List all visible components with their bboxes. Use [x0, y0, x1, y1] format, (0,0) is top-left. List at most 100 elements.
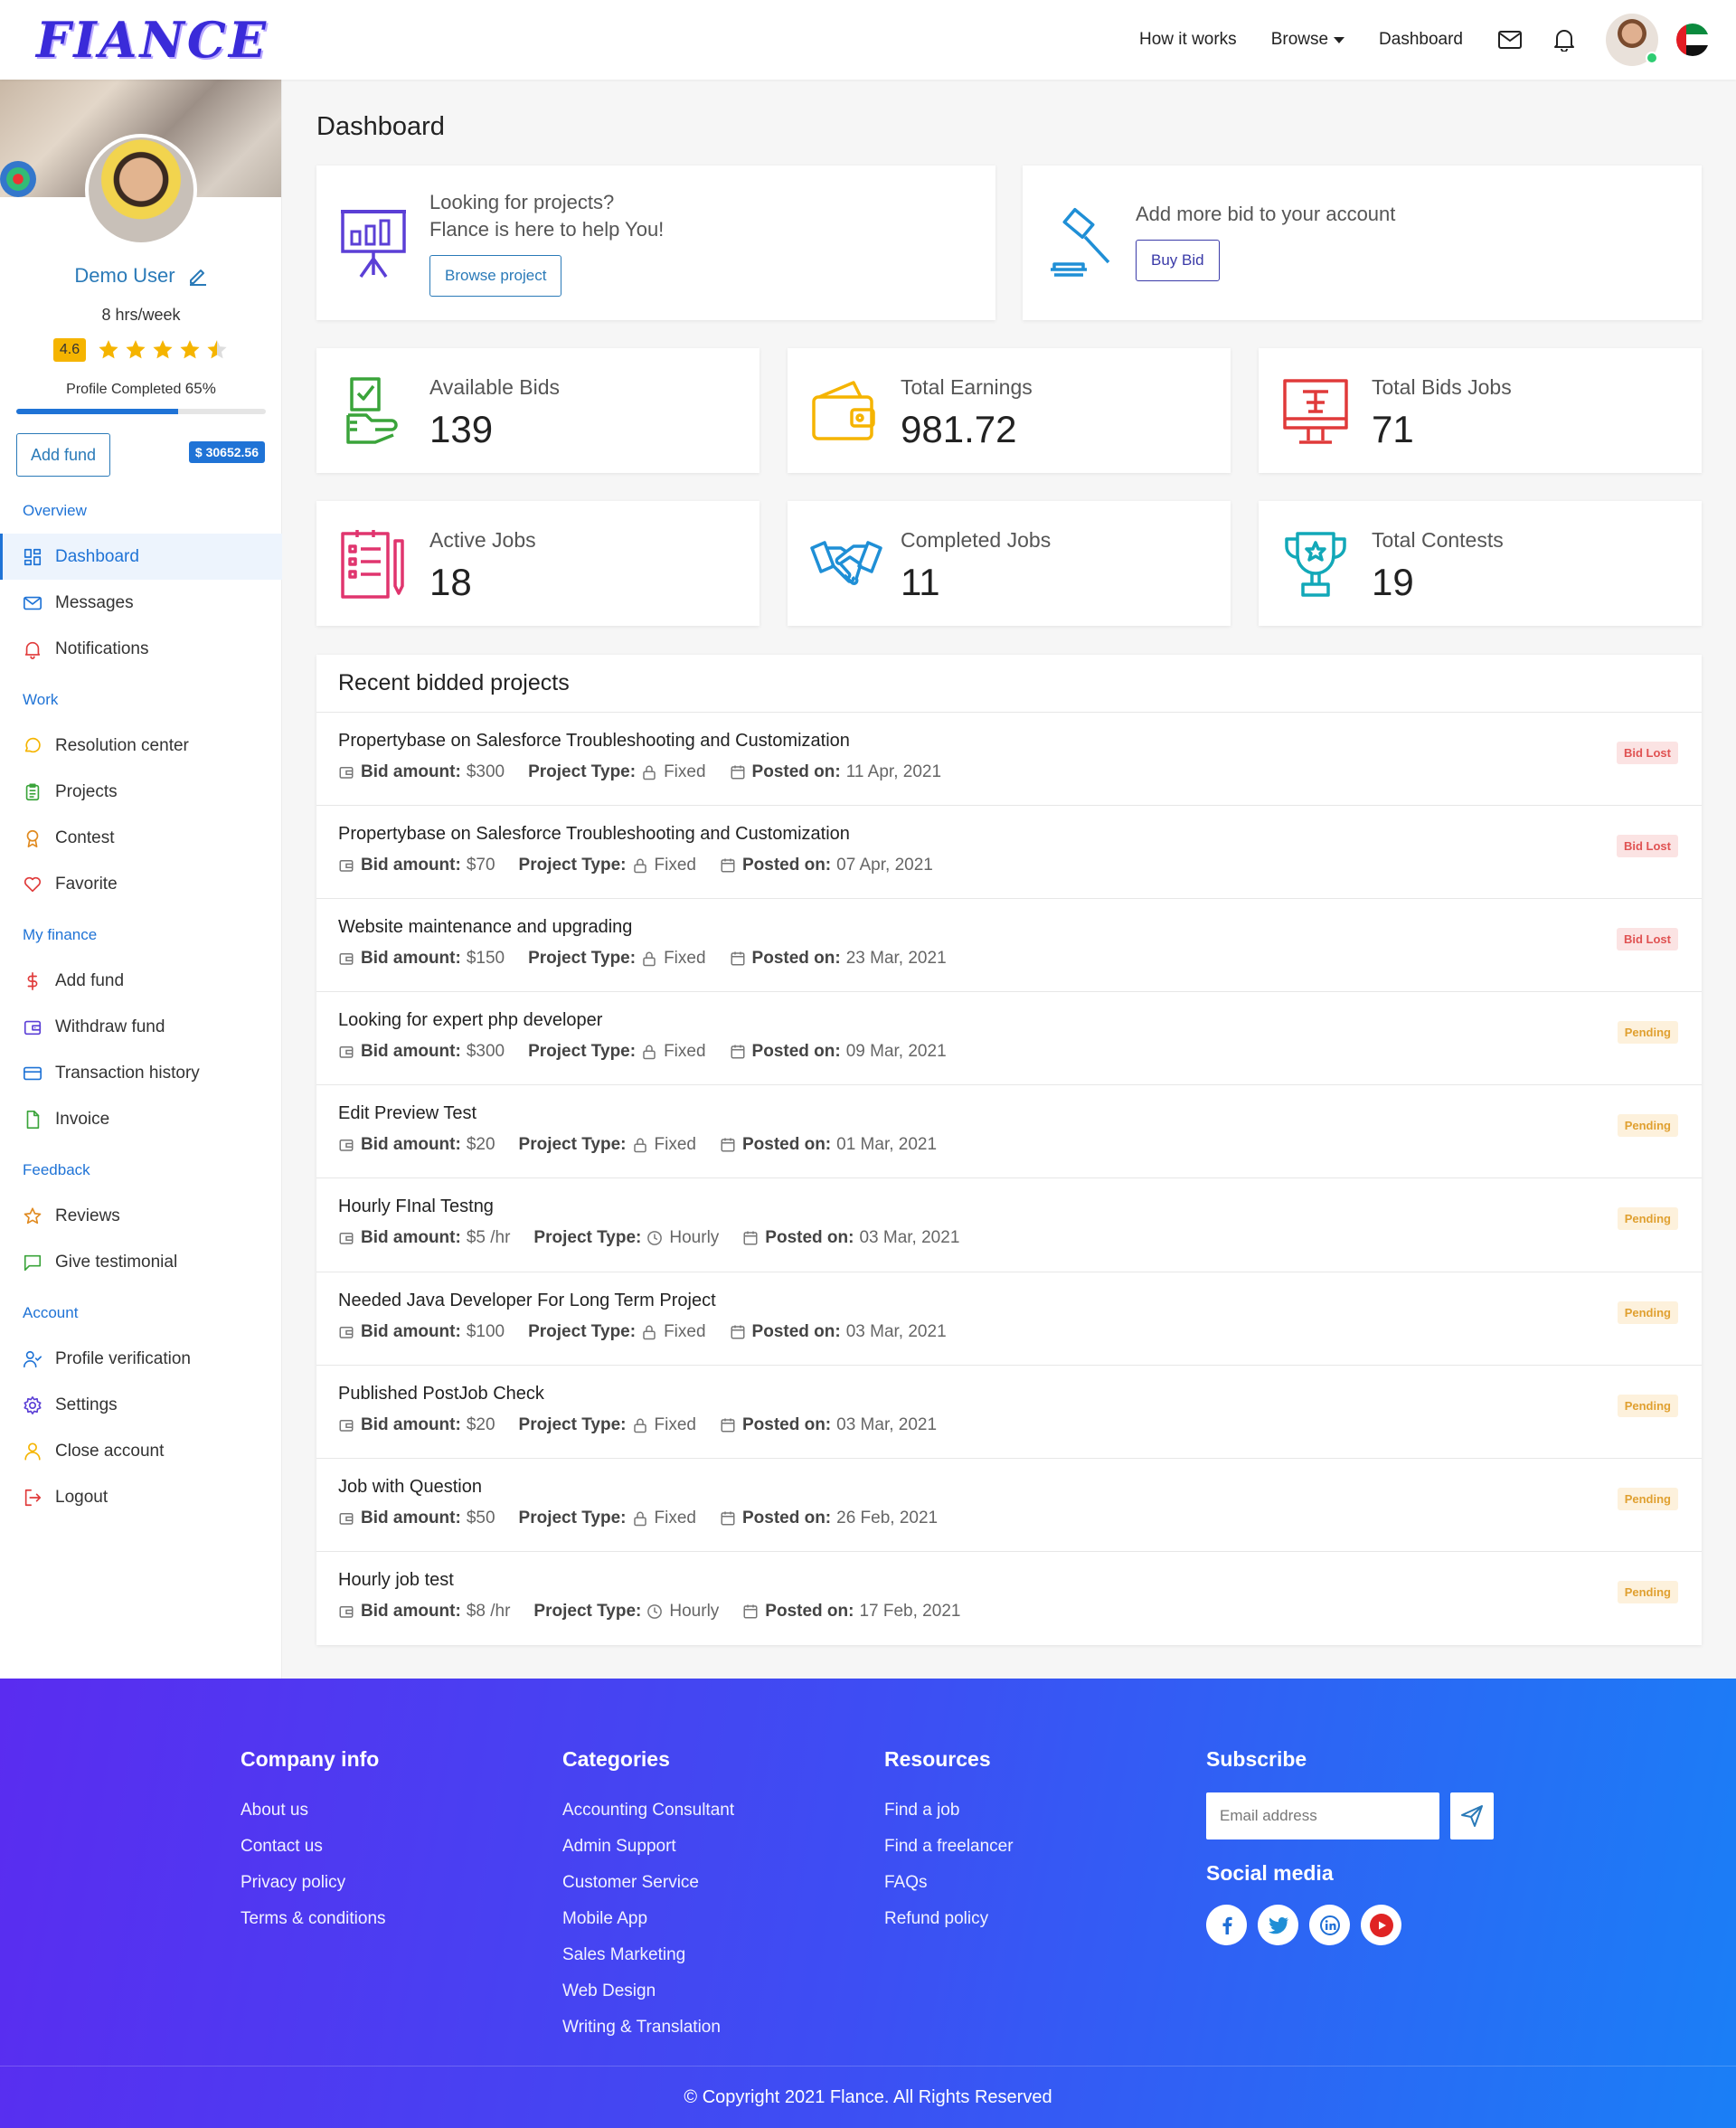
sidebar-item-transaction-history[interactable]: Transaction history	[0, 1050, 282, 1096]
footer-link[interactable]: Writing & Translation	[562, 2010, 734, 2046]
bid-amount-value: $300	[466, 1042, 505, 1062]
sidebar-item-profile-verification[interactable]: Profile verification	[0, 1336, 282, 1382]
profile-name-row: Demo User	[0, 264, 282, 288]
project-title[interactable]: Website maintenance and upgrading	[338, 917, 632, 938]
footer-link[interactable]: Mobile App	[562, 1901, 734, 1937]
footer-categories-links: Accounting Consultant Admin Support Custom…	[562, 1792, 734, 2046]
nav-dashboard[interactable]: Dashboard	[1379, 30, 1463, 50]
nav-how-it-works[interactable]: How it works	[1139, 30, 1237, 50]
project-meta: Bid amount: $150 Project Type: Fixed Posted …	[338, 949, 970, 969]
project-meta: Bid amount: $8 /hr Project Type: Hourly Post…	[338, 1602, 984, 1622]
project-title[interactable]: Hourly job test	[338, 1570, 454, 1591]
project-row[interactable]: Propertybase on Salesforce Troubleshooti…	[316, 806, 1702, 900]
footer-link[interactable]: Terms & conditions	[241, 1901, 386, 1937]
project-title[interactable]: Edit Preview Test	[338, 1103, 476, 1124]
calendar-icon	[720, 1510, 736, 1527]
project-row[interactable]: Edit Preview Test Bid amount: $20 Project T…	[316, 1085, 1702, 1179]
footer-link[interactable]: Privacy policy	[241, 1865, 386, 1901]
subscribe-email-input[interactable]: Email address	[1206, 1792, 1439, 1840]
footer-link[interactable]: FAQs	[884, 1865, 1014, 1901]
project-title[interactable]: Looking for expert php developer	[338, 1010, 602, 1031]
footer-link[interactable]: About us	[241, 1792, 386, 1829]
sidebar-item-favorite[interactable]: Favorite	[0, 861, 282, 907]
profile-avatar	[85, 134, 197, 246]
youtube-icon[interactable]	[1361, 1905, 1401, 1945]
sidebar-item-reviews[interactable]: Reviews	[0, 1193, 282, 1239]
language-flag-icon[interactable]	[1676, 24, 1709, 56]
sidebar-item-contest[interactable]: Contest	[0, 815, 282, 861]
bid-amount: Bid amount: $5 /hr	[338, 1228, 510, 1248]
project-type-label: Project Type:	[518, 1508, 627, 1527]
sidebar-item-settings[interactable]: Settings	[0, 1382, 282, 1428]
dashboard-icon	[23, 547, 42, 567]
logout-icon	[23, 1488, 42, 1508]
footer-link[interactable]: Find a job	[884, 1792, 1014, 1829]
sidebar-item-notifications[interactable]: Notifications	[0, 626, 282, 672]
sidebar-item-projects[interactable]: Projects	[0, 769, 282, 815]
project-row[interactable]: Hourly FInal Testng Bid amount: $5 /hr Proj…	[316, 1178, 1702, 1272]
sidebar-item-withdraw-fund[interactable]: Withdraw fund	[0, 1004, 282, 1050]
bell-icon[interactable]	[1552, 27, 1577, 52]
brand-logo[interactable]: FIANCE	[36, 11, 269, 69]
project-row[interactable]: Hourly job test Bid amount: $8 /hr Project …	[316, 1552, 1702, 1645]
sidebar-item-close-account[interactable]: Close account	[0, 1428, 282, 1474]
project-title[interactable]: Hourly FInal Testng	[338, 1196, 494, 1217]
sidebar-item-messages[interactable]: Messages	[0, 580, 282, 626]
sidebar-item-resolution-center[interactable]: Resolution center	[0, 723, 282, 769]
user-avatar[interactable]	[1606, 14, 1658, 66]
footer-link[interactable]: Admin Support	[562, 1829, 734, 1865]
subscribe-send-button[interactable]	[1450, 1792, 1494, 1840]
trophy-icon	[1281, 528, 1350, 601]
sidebar-item-invoice[interactable]: Invoice	[0, 1096, 282, 1142]
project-row[interactable]: Job with Question Bid amount: $50 Project T…	[316, 1459, 1702, 1552]
footer-link[interactable]: Refund policy	[884, 1901, 1014, 1937]
project-title[interactable]: Job with Question	[338, 1477, 482, 1498]
project-title[interactable]: Published PostJob Check	[338, 1384, 544, 1404]
mail-icon[interactable]	[1497, 27, 1523, 52]
project-type-label: Project Type:	[528, 1321, 637, 1341]
buy-bid-button[interactable]: Buy Bid	[1136, 240, 1220, 281]
project-row[interactable]: Published PostJob Check Bid amount: $20 Pro…	[316, 1366, 1702, 1459]
promo-projects-line1: Looking for projects?	[429, 191, 615, 213]
posted-on: Posted on: 17 Feb, 2021	[742, 1602, 960, 1622]
footer-link[interactable]: Contact us	[241, 1829, 386, 1865]
project-row[interactable]: Propertybase on Salesforce Troubleshooti…	[316, 713, 1702, 807]
project-title[interactable]: Needed Java Developer For Long Term Proj…	[338, 1291, 716, 1311]
social-media-title: Social media	[1206, 1861, 1334, 1885]
edit-pencil-icon[interactable]	[188, 266, 208, 286]
footer-link[interactable]: Sales Marketing	[562, 1937, 734, 1973]
project-row[interactable]: Needed Java Developer For Long Term Proj…	[316, 1272, 1702, 1366]
linkedin-icon[interactable]	[1309, 1905, 1350, 1945]
twitter-icon[interactable]	[1258, 1905, 1298, 1945]
wallet-icon	[338, 1324, 354, 1340]
sidebar-item-logout[interactable]: Logout	[0, 1474, 282, 1520]
stat-label: Completed Jobs	[901, 528, 1052, 552]
project-title[interactable]: Propertybase on Salesforce Troubleshooti…	[338, 731, 850, 752]
lock-icon	[632, 1510, 648, 1527]
project-type-label: Project Type:	[528, 762, 637, 781]
sidebar-item-give-testimonial[interactable]: Give testimonial	[0, 1239, 282, 1285]
nav-browse-dropdown[interactable]: Browse	[1271, 30, 1345, 50]
browse-project-button[interactable]: Browse project	[429, 255, 562, 297]
facebook-icon[interactable]	[1206, 1905, 1247, 1945]
user-icon	[23, 1442, 42, 1461]
footer-link[interactable]: Customer Service	[562, 1865, 734, 1901]
footer: Company info About us Contact us Privacy p…	[0, 1679, 1736, 2128]
sidebar-item-dashboard[interactable]: Dashboard	[0, 534, 282, 580]
stat-card-active-jobs: Active Jobs 18	[316, 501, 760, 626]
profile-name[interactable]: Demo User	[74, 264, 175, 288]
project-type: Project Type: Fixed	[528, 762, 705, 782]
project-type-value: Hourly	[669, 1601, 720, 1621]
project-row[interactable]: Website maintenance and upgrading Bid amo…	[316, 899, 1702, 993]
project-row[interactable]: Looking for expert php developer Bid amou…	[316, 992, 1702, 1086]
project-title[interactable]: Propertybase on Salesforce Troubleshooti…	[338, 824, 850, 845]
posted-on-label: Posted on:	[765, 1601, 854, 1621]
sidebar-item-add-fund[interactable]: Add fund	[0, 958, 282, 1004]
footer-resources-title: Resources	[884, 1747, 991, 1771]
footer-link[interactable]: Find a freelancer	[884, 1829, 1014, 1865]
footer-link[interactable]: Accounting Consultant	[562, 1792, 734, 1829]
footer-link[interactable]: Web Design	[562, 1973, 734, 2010]
project-type-label: Project Type:	[518, 856, 627, 875]
availability-hours: 8 hrs/week	[101, 306, 181, 324]
add-fund-button[interactable]: Add fund	[16, 433, 110, 477]
